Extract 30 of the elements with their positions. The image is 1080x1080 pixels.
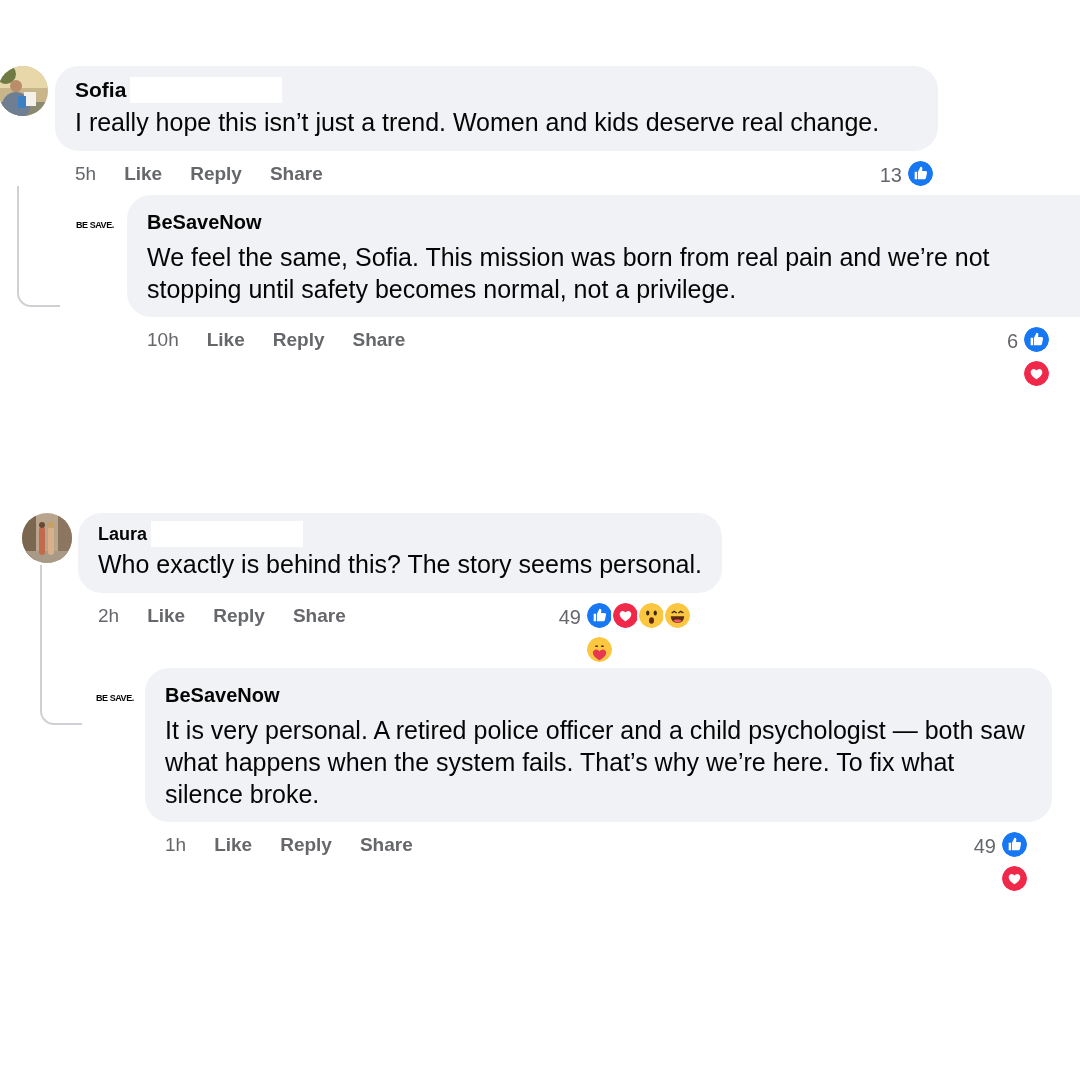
comment-action-link[interactable]: Share — [292, 602, 346, 631]
page-logo: BE SAVE. — [96, 692, 134, 703]
comment-action-link[interactable]: Reply — [272, 326, 325, 355]
comment-author[interactable]: BeSaveNow — [165, 683, 280, 706]
comment-time: 5h — [75, 162, 97, 187]
comment-action-link[interactable]: Share — [352, 326, 406, 355]
comment-text: It is very personal. A retired police officer and a child psychologist — both saw what happens when the system fails. That’s why we’re here. To fix what silence broke. — [165, 714, 1026, 810]
comment-author[interactable]: BeSaveNow — [147, 210, 262, 233]
comment-action-link[interactable]: Like — [147, 602, 186, 631]
comment-time: 1h — [165, 833, 187, 858]
comment-action-link[interactable]: Reply — [213, 602, 265, 631]
comment-action-link[interactable]: Share — [269, 160, 323, 189]
comment-text: Who exactly is behind this? The story seems personal. — [98, 548, 702, 580]
comment-text: I really hope this isn’t just a trend. Women and kids deserve real change. — [75, 106, 881, 138]
comment-action-link[interactable]: Reply — [280, 831, 332, 860]
comment-action-link[interactable]: Like — [214, 831, 253, 860]
comment-action-link[interactable]: Like — [206, 326, 245, 355]
comment-text: We feel the same, Sofia. This mission was born from real pain and we’re not stopping until safety becomes normal, not a privilege. — [147, 241, 991, 305]
comment-author[interactable]: Laura — [98, 520, 148, 548]
comment-time: 2h — [98, 604, 120, 629]
comment-action-link[interactable]: Like — [124, 160, 163, 189]
comment-action-link[interactable]: Share — [359, 831, 413, 860]
page-logo: BE SAVE. — [76, 219, 114, 230]
reaction-count: 49 — [558, 604, 581, 630]
reaction-count: 6 — [1006, 328, 1018, 354]
comment-time: 10h — [147, 328, 179, 353]
comment-action-link[interactable]: Reply — [190, 160, 242, 189]
reaction-count: 49 — [973, 833, 996, 859]
comment-author[interactable]: Sofia — [75, 74, 127, 106]
reaction-count: 13 — [879, 162, 902, 188]
